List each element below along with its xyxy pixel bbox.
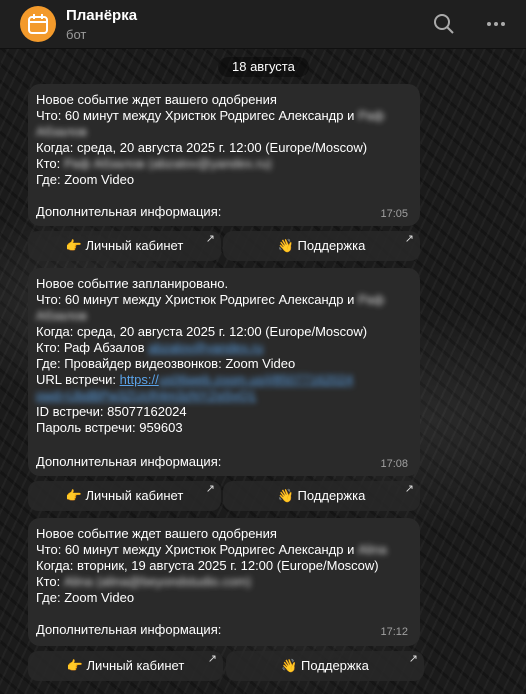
button-label: 👋 Поддержка (281, 658, 369, 673)
message-line: Абзалов (36, 308, 87, 324)
message-line: Кто: Раф Абзалов abzalov@yandex.ru (36, 340, 263, 356)
message-line: Где: Провайдер видеозвонков: Zoom Video (36, 356, 296, 371)
message-line: Кто: Alina (alina@beyondstudio.com) (36, 574, 251, 590)
blurred-url[interactable]: pwd=UbdBPw3ZUcR4m3zNYZgSyQ1 (36, 388, 256, 404)
support-button[interactable]: 👋 Поддержка ↗ (223, 481, 420, 511)
blurred-name: Alina (358, 542, 387, 557)
message-line: Где: Zoom Video (36, 172, 135, 187)
personal-cabinet-button[interactable]: 👉 Личный кабинет ↗ (28, 651, 223, 681)
personal-cabinet-button[interactable]: 👉 Личный кабинет ↗ (28, 481, 221, 511)
message-line: Пароль встречи: 959603 (36, 420, 183, 435)
message-text: Что: 60 минут между Христюк Родригес Але… (36, 292, 355, 307)
calendar-icon (28, 14, 48, 34)
message-line: Новое событие ждет вашего одобрения (36, 526, 277, 541)
message-line: Кто: Раф Абзалов (abzalov@yandex.ru) (36, 156, 272, 172)
message-time: 17:08 (380, 458, 408, 470)
message-line: Когда: среда, 20 августа 2025 г. 12:00 (… (36, 140, 368, 155)
external-link-icon: ↗ (404, 483, 414, 495)
message-line: Дополнительная информация: (36, 454, 222, 469)
message-line: Дополнительная информация: (36, 622, 222, 637)
support-button[interactable]: 👋 Поддержка ↗ (226, 651, 424, 681)
message-text: Что: 60 минут между Христюк Родригес Але… (36, 542, 355, 557)
message-line: pwd=UbdBPw3ZUcR4m3zNYZgSyQ1 (36, 388, 256, 404)
button-label: 👋 Поддержка (277, 238, 366, 253)
message-bubble: Новое событие ждет вашего одобрения Что:… (28, 84, 420, 226)
blurred-url[interactable]: us06web.zoom.us/j/85077162024 (159, 372, 353, 388)
blurred-contact: Alina (alina@beyondstudio.com) (63, 574, 252, 589)
button-label: 👋 Поддержка (277, 488, 366, 503)
message-line: Что: 60 минут между Христюк Родригес Але… (36, 292, 384, 308)
support-button[interactable]: 👋 Поддержка ↗ (223, 231, 420, 261)
external-link-icon: ↗ (404, 233, 414, 245)
search-button[interactable] (432, 12, 456, 36)
blurred-name: Раф (358, 108, 385, 123)
message-label: URL встречи: (36, 372, 117, 387)
message-bubble: Новое событие запланировано. Что: 60 мин… (28, 268, 420, 476)
date-separator: 18 августа (218, 57, 309, 77)
blurred-name: Раф (358, 292, 385, 307)
more-button[interactable] (484, 12, 508, 36)
button-label: 👉 Личный кабинет (65, 238, 184, 253)
external-link-icon: ↗ (205, 233, 215, 245)
message-line: Абзалов (36, 124, 87, 140)
meeting-url-link[interactable]: https:// (120, 372, 159, 387)
message-text: Кто: Раф Абзалов (36, 340, 145, 355)
message-label: Кто: (36, 156, 61, 171)
external-link-icon: ↗ (207, 653, 217, 665)
message-line: Новое событие запланировано. (36, 276, 229, 291)
external-link-icon: ↗ (408, 653, 418, 665)
bot-avatar[interactable] (20, 6, 56, 42)
search-icon (434, 14, 454, 34)
message-bubble: Новое событие ждет вашего одобрения Что:… (28, 518, 420, 646)
message-label: Кто: (36, 574, 61, 589)
personal-cabinet-button[interactable]: 👉 Личный кабинет ↗ (28, 231, 221, 261)
message-line: Когда: вторник, 19 августа 2025 г. 12:00… (36, 558, 379, 573)
message-line: ID встречи: 85077162024 (36, 404, 187, 419)
message-text: Что: 60 минут между Христюк Родригес Але… (36, 108, 355, 123)
blurred-surname: Абзалов (36, 308, 87, 323)
blurred-surname: Абзалов (36, 124, 87, 139)
button-label: 👉 Личный кабинет (66, 658, 185, 673)
button-label: 👉 Личный кабинет (65, 488, 184, 503)
blurred-contact: Раф Абзалов (abzalov@yandex.ru) (63, 156, 272, 171)
chat-header: Планёрка бот (0, 0, 526, 49)
message-line: Когда: среда, 20 августа 2025 г. 12:00 (… (36, 324, 368, 339)
message-line: Что: 60 минут между Христюк Родригес Але… (36, 542, 387, 558)
chat-title[interactable]: Планёрка (66, 7, 137, 24)
external-link-icon: ↗ (205, 483, 215, 495)
blurred-email[interactable]: abzalov@yandex.ru (148, 340, 263, 356)
message-line: Новое событие ждет вашего одобрения (36, 92, 277, 107)
chat-subtitle: бот (66, 27, 87, 42)
message-line: Дополнительная информация: (36, 204, 222, 219)
message-line: Где: Zoom Video (36, 590, 135, 605)
message-line: Что: 60 минут между Христюк Родригес Але… (36, 108, 384, 124)
message-time: 17:05 (380, 208, 408, 220)
more-icon (487, 22, 505, 26)
message-line: URL встречи: https://us06web.zoom.us/j/8… (36, 372, 353, 388)
message-time: 17:12 (380, 626, 408, 638)
